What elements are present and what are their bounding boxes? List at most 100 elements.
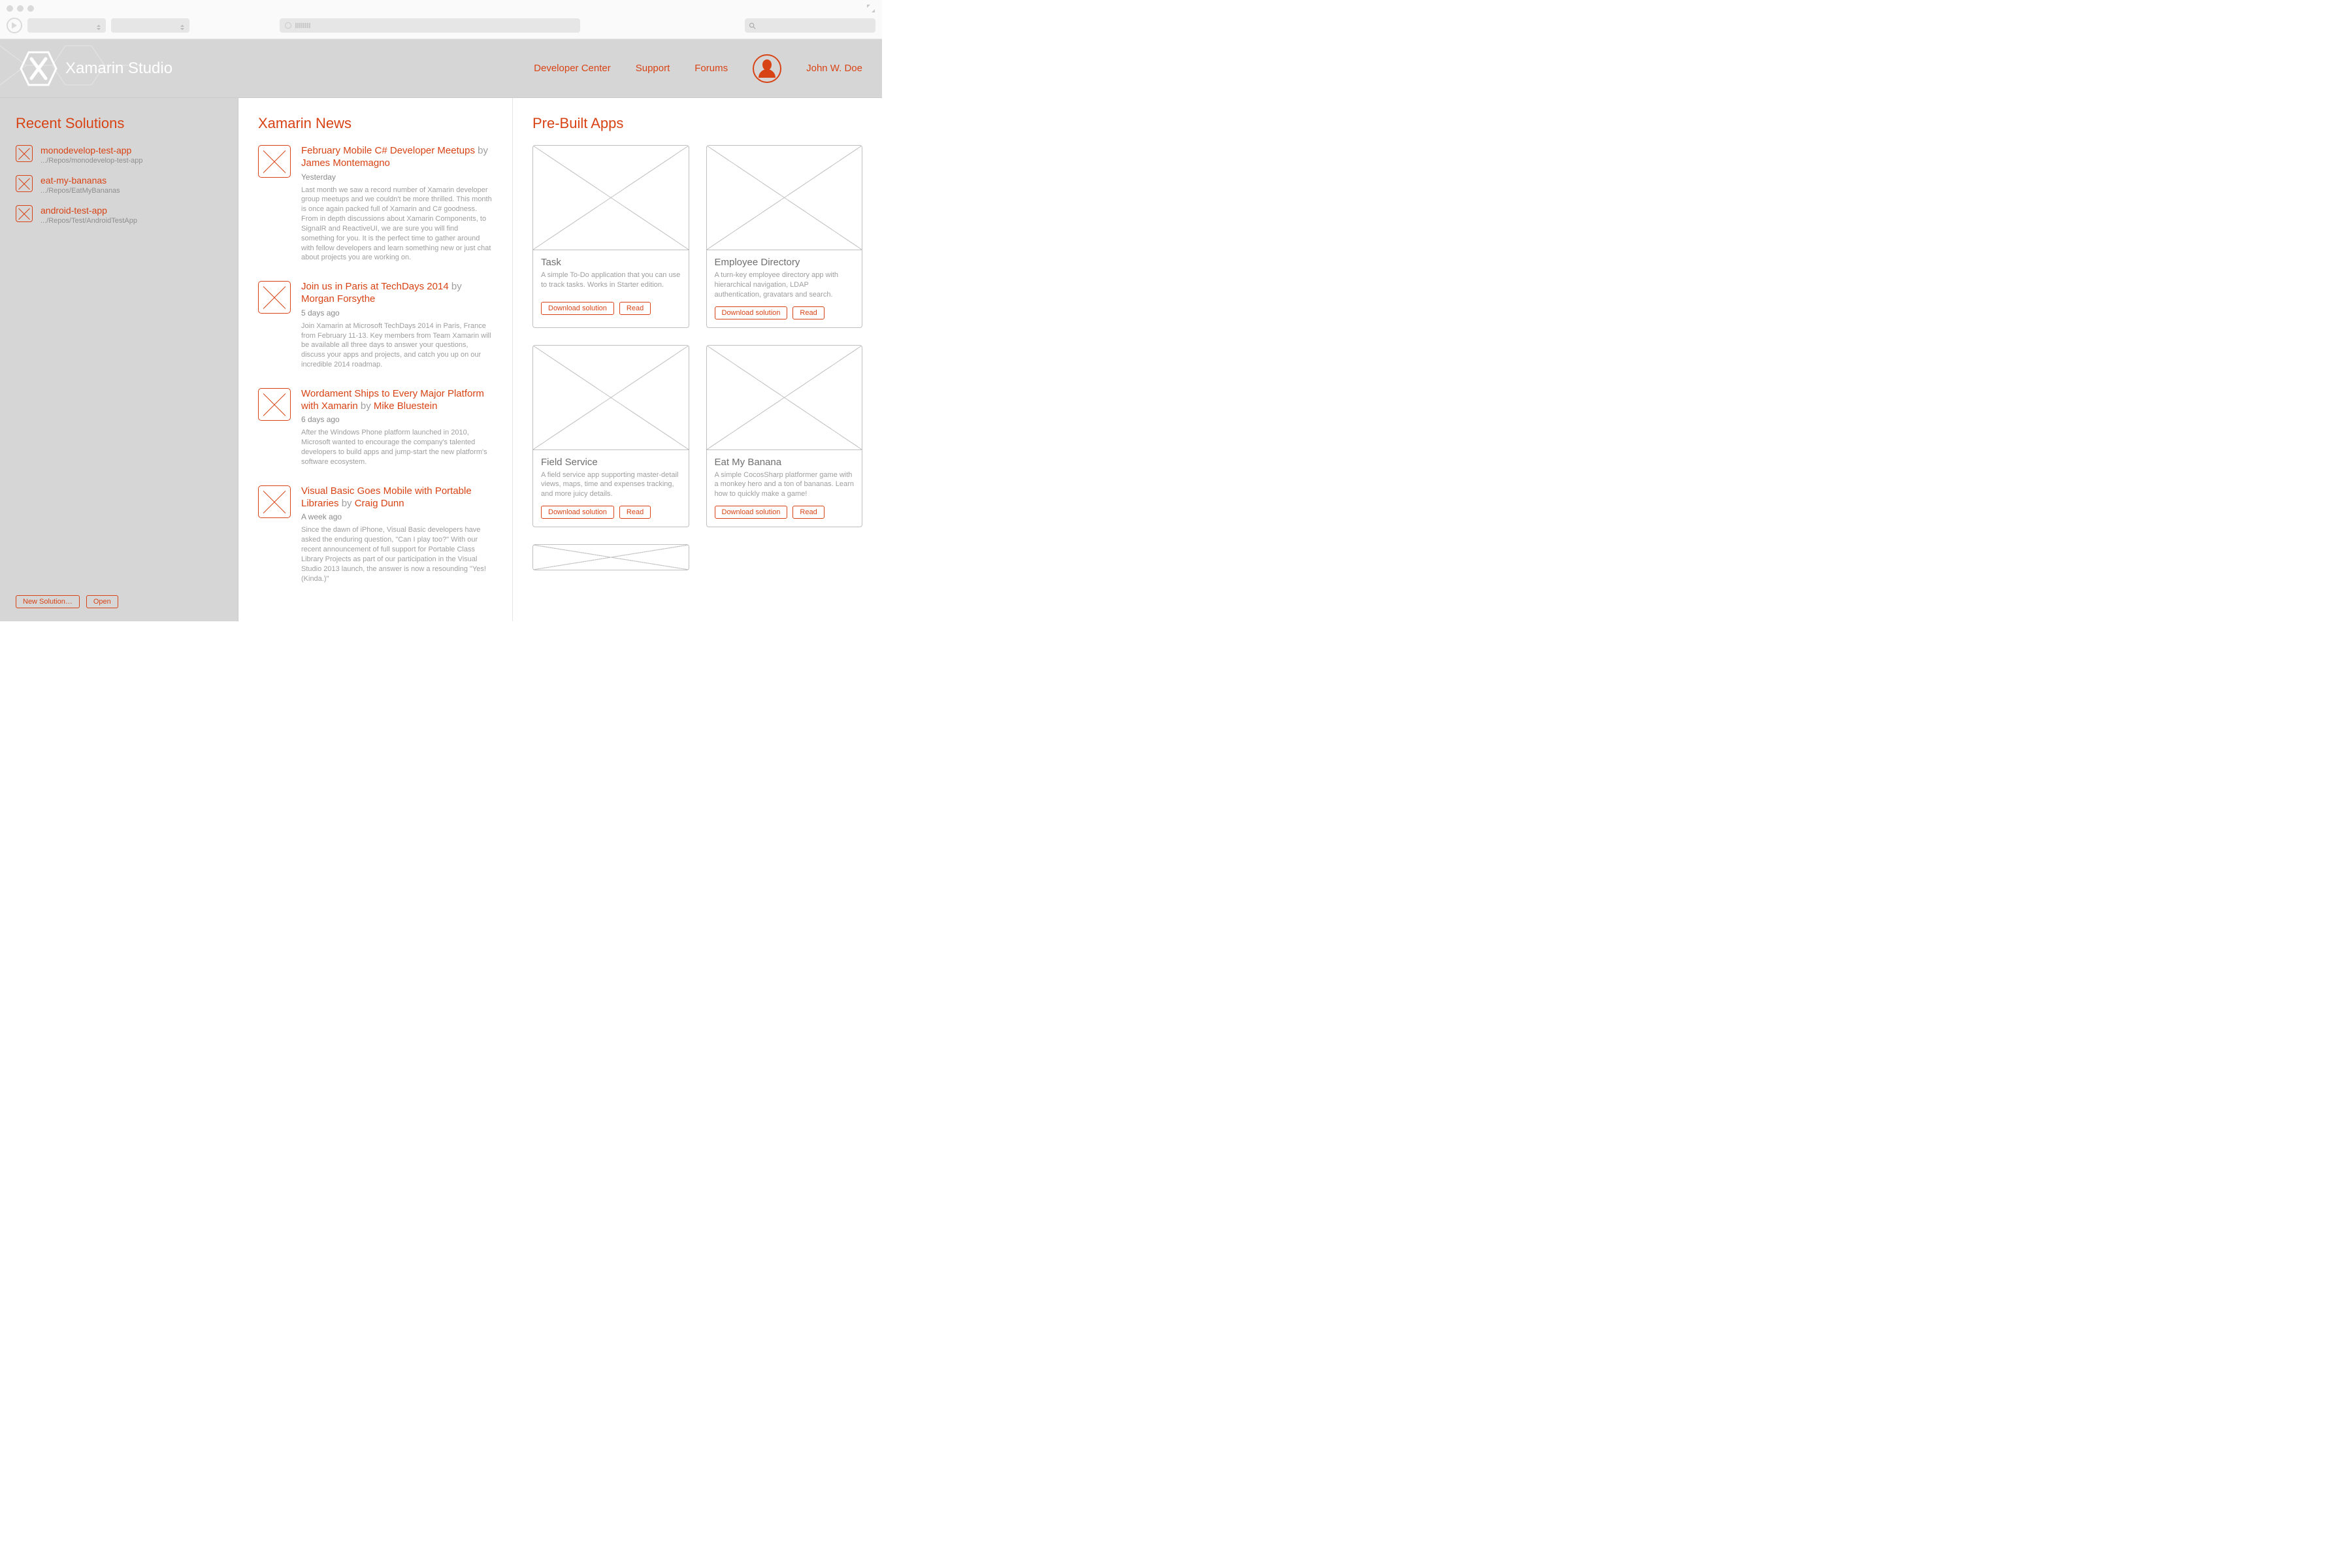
app-image-placeholder-icon — [707, 146, 862, 250]
user-silhouette-icon — [757, 58, 777, 82]
toolbar — [7, 17, 875, 34]
download-solution-button[interactable]: Download solution — [715, 306, 788, 319]
app-image-placeholder-icon — [707, 346, 862, 450]
zoom-window-icon[interactable] — [27, 5, 34, 12]
minimize-window-icon[interactable] — [17, 5, 24, 12]
news-excerpt: Join Xamarin at Microsoft TechDays 2014 … — [301, 321, 493, 370]
app-card: Employee Directory A turn-key employee d… — [706, 145, 863, 328]
fullscreen-icon[interactable] — [866, 4, 875, 13]
open-solution-button[interactable]: Open — [86, 595, 118, 608]
news-date: 6 days ago — [301, 415, 493, 424]
run-button[interactable] — [7, 18, 22, 33]
app-name: Field Service — [541, 457, 681, 468]
read-button[interactable]: Read — [619, 506, 651, 519]
read-button[interactable]: Read — [792, 306, 824, 319]
new-solution-button[interactable]: New Solution… — [16, 595, 80, 608]
header: Xamarin Studio Developer Center Support … — [0, 39, 882, 98]
search-input[interactable] — [745, 18, 875, 33]
nav-support[interactable]: Support — [636, 63, 670, 74]
news-author: Craig Dunn — [355, 498, 404, 509]
configuration-selector[interactable] — [27, 18, 106, 33]
app-card: Field Service A field service app suppor… — [532, 345, 689, 528]
app-desc: A simple CocosSharp platformer game with… — [715, 470, 855, 500]
news-date: A week ago — [301, 512, 493, 521]
news-author: Morgan Forsythe — [301, 293, 375, 304]
close-window-icon[interactable] — [7, 5, 13, 12]
app-image-placeholder-icon — [533, 346, 689, 450]
recent-solution-path: .../Repos/Test/AndroidTestApp — [41, 217, 137, 225]
chevron-updown-icon — [179, 22, 186, 29]
news-thumbnail-placeholder-icon — [258, 281, 291, 314]
news-heading: Xamarin News — [258, 115, 493, 132]
news-title: February Mobile C# Developer Meetups by … — [301, 145, 493, 170]
app-name: Task — [541, 257, 681, 268]
news-item[interactable]: February Mobile C# Developer Meetups by … — [258, 145, 493, 263]
recent-solution-path: .../Repos/monodevelop-test-app — [41, 157, 143, 165]
apps-column: Pre-Built Apps Task A simple To-Do appli… — [513, 98, 882, 621]
news-thumbnail-placeholder-icon — [258, 485, 291, 518]
window-chrome — [0, 0, 882, 39]
xamarin-logo-icon — [20, 50, 57, 88]
nav-forums[interactable]: Forums — [694, 63, 728, 74]
news-date: Yesterday — [301, 172, 493, 182]
window-controls — [7, 5, 34, 12]
app-card-partial — [532, 544, 689, 570]
news-title: Wordament Ships to Every Major Platform … — [301, 388, 493, 413]
sidebar-footer: New Solution… Open — [16, 595, 118, 608]
news-date: 5 days ago — [301, 308, 493, 318]
chevron-updown-icon — [95, 22, 102, 29]
solution-placeholder-icon — [16, 175, 33, 192]
main: Recent Solutions monodevelop-test-app ..… — [0, 98, 882, 621]
solution-placeholder-icon — [16, 145, 33, 162]
apps-grid: Task A simple To-Do application that you… — [532, 145, 862, 570]
status-indicator-icon — [285, 22, 291, 29]
recent-solution-item[interactable]: android-test-app .../Repos/Test/AndroidT… — [16, 205, 222, 225]
download-solution-button[interactable]: Download solution — [541, 506, 614, 519]
recent-solution-item[interactable]: eat-my-bananas .../Repos/EatMyBananas — [16, 175, 222, 195]
app-name: Employee Directory — [715, 257, 855, 268]
avatar[interactable] — [753, 54, 781, 83]
news-thumbnail-placeholder-icon — [258, 145, 291, 178]
status-progress-icon — [295, 23, 310, 28]
recent-solution-item[interactable]: monodevelop-test-app .../Repos/monodevel… — [16, 145, 222, 165]
read-button[interactable]: Read — [619, 302, 651, 315]
app-title: Xamarin Studio — [65, 59, 172, 78]
recent-solutions-heading: Recent Solutions — [16, 115, 222, 132]
app-desc: A turn-key employee directory app with h… — [715, 270, 855, 300]
search-icon — [749, 22, 756, 29]
sidebar: Recent Solutions monodevelop-test-app ..… — [0, 98, 238, 621]
solution-placeholder-icon — [16, 205, 33, 222]
news-excerpt: Last month we saw a record number of Xam… — [301, 186, 493, 263]
news-title: Visual Basic Goes Mobile with Portable L… — [301, 485, 493, 510]
app-card: Eat My Banana A simple CocosSharp platfo… — [706, 345, 863, 528]
app-name: Eat My Banana — [715, 457, 855, 468]
username[interactable]: John W. Doe — [806, 63, 862, 74]
download-solution-button[interactable]: Download solution — [715, 506, 788, 519]
apps-heading: Pre-Built Apps — [532, 115, 862, 132]
news-author: Mike Bluestein — [374, 400, 438, 412]
news-column: Xamarin News February Mobile C# Develope… — [238, 98, 513, 621]
news-item[interactable]: Wordament Ships to Every Major Platform … — [258, 388, 493, 467]
news-excerpt: Since the dawn of iPhone, Visual Basic d… — [301, 525, 493, 583]
news-excerpt: After the Windows Phone platform launche… — [301, 428, 493, 466]
news-author: James Montemagno — [301, 157, 390, 169]
build-status-bar — [280, 18, 580, 33]
read-button[interactable]: Read — [792, 506, 824, 519]
news-item[interactable]: Visual Basic Goes Mobile with Portable L… — [258, 485, 493, 584]
news-thumbnail-placeholder-icon — [258, 388, 291, 421]
app-desc: A field service app supporting master-de… — [541, 470, 681, 500]
device-selector[interactable] — [111, 18, 189, 33]
news-list: February Mobile C# Developer Meetups by … — [258, 145, 493, 583]
header-nav: Developer Center Support Forums John W. … — [534, 54, 862, 83]
recent-solution-name: monodevelop-test-app — [41, 145, 143, 155]
news-item[interactable]: Join us in Paris at TechDays 2014 by Mor… — [258, 281, 493, 370]
download-solution-button[interactable]: Download solution — [541, 302, 614, 315]
recent-solution-name: eat-my-bananas — [41, 175, 120, 186]
recent-solutions-list: monodevelop-test-app .../Repos/monodevel… — [16, 145, 222, 225]
news-title: Join us in Paris at TechDays 2014 by Mor… — [301, 281, 493, 306]
nav-developer-center[interactable]: Developer Center — [534, 63, 611, 74]
app-image-placeholder-icon — [533, 545, 689, 570]
app-image-placeholder-icon — [533, 146, 689, 250]
app-desc: A simple To-Do application that you can … — [541, 270, 681, 295]
app-card: Task A simple To-Do application that you… — [532, 145, 689, 328]
